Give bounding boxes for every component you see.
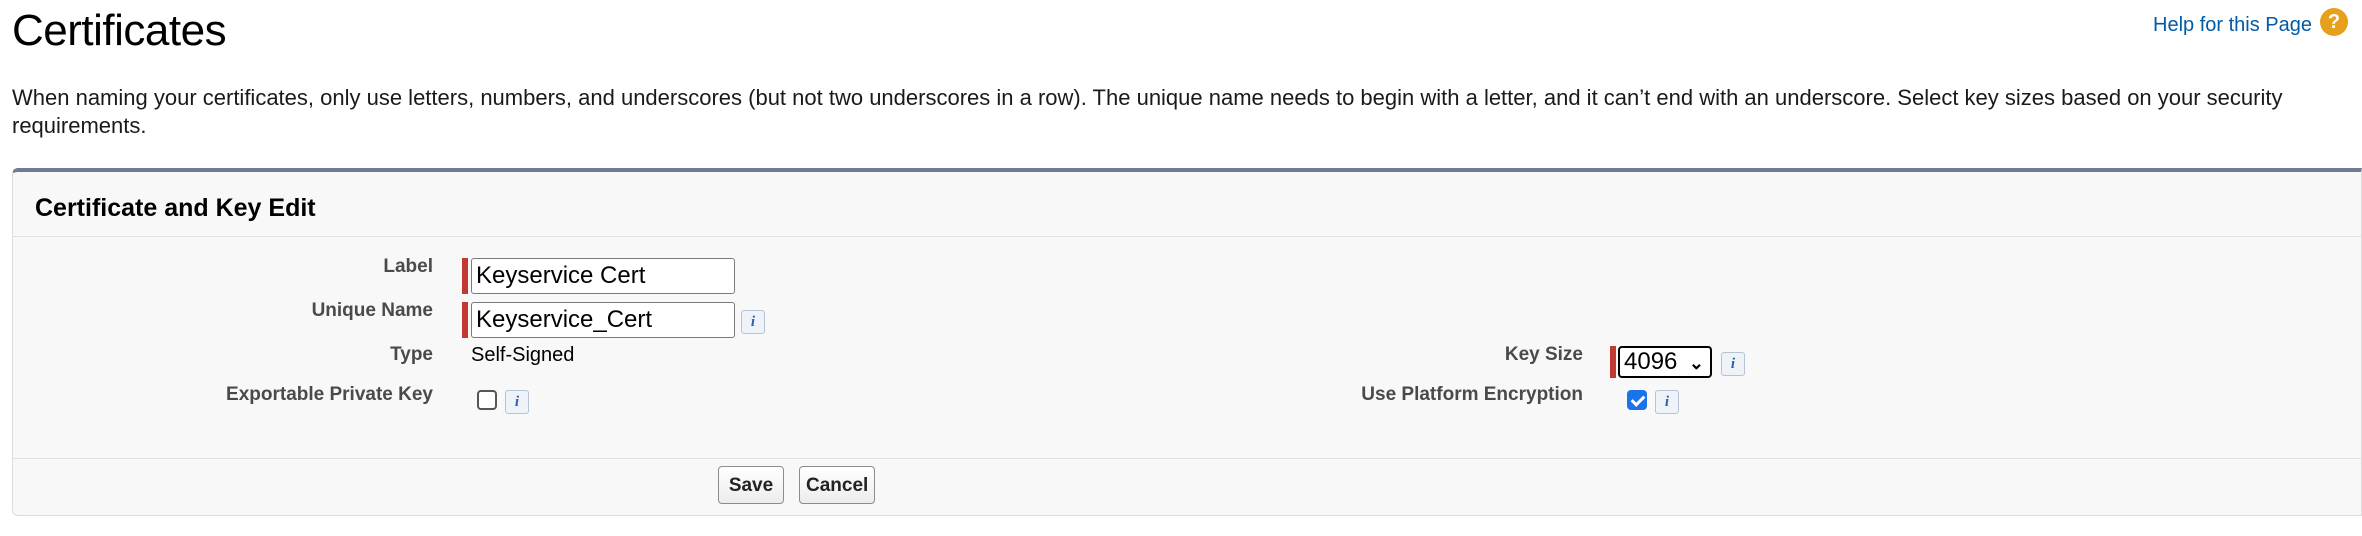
exportable-private-key-field-label: Exportable Private Key — [226, 384, 433, 405]
page-title: Certificates — [12, 6, 227, 55]
certificate-edit-panel: Certificate and Key Edit Label Unique Na… — [12, 168, 2362, 516]
chevron-down-icon: ⌄ — [1688, 353, 1704, 373]
use-platform-encryption-field-label: Use Platform Encryption — [1361, 384, 1583, 405]
section-divider — [13, 458, 2361, 459]
label-field-label: Label — [383, 256, 433, 277]
label-input[interactable] — [471, 258, 735, 294]
required-indicator — [1610, 346, 1616, 378]
info-icon[interactable]: i — [741, 310, 765, 334]
key-size-value: 4096 — [1624, 348, 1678, 375]
cancel-button[interactable]: Cancel — [799, 466, 875, 504]
section-divider — [13, 236, 2361, 237]
key-size-select[interactable]: 4096 ⌄ — [1618, 346, 1712, 378]
intro-text: When naming your certificates, only use … — [12, 85, 2283, 138]
help-link[interactable]: Help for this Page — [2153, 14, 2312, 37]
section-title: Certificate and Key Edit — [35, 194, 316, 222]
required-indicator — [462, 302, 468, 338]
info-icon[interactable]: i — [1655, 390, 1679, 414]
type-value: Self-Signed — [471, 344, 575, 366]
required-indicator — [462, 258, 468, 294]
exportable-private-key-checkbox[interactable] — [477, 390, 497, 410]
key-size-field-label: Key Size — [1504, 344, 1583, 365]
info-icon[interactable]: i — [1721, 352, 1745, 376]
save-button[interactable]: Save — [718, 466, 784, 504]
info-icon[interactable]: i — [505, 390, 529, 414]
unique-name-field-label: Unique Name — [311, 300, 433, 321]
unique-name-input[interactable] — [471, 302, 735, 338]
use-platform-encryption-checkbox[interactable] — [1627, 390, 1647, 410]
type-field-label: Type — [390, 344, 433, 365]
question-icon[interactable]: ? — [2320, 8, 2348, 36]
